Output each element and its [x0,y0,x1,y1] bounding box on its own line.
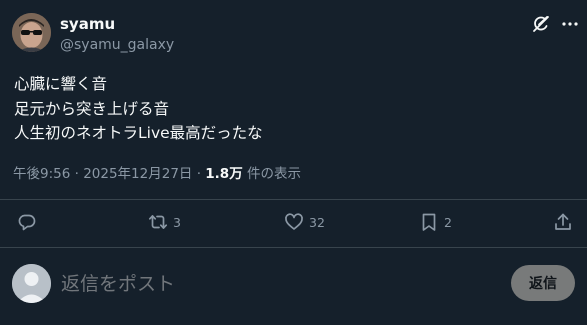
like-button[interactable]: 32 [284,211,325,233]
tweet-line: 人生初のネオトラLive最高だったな [14,124,263,142]
views-count: 1.8万 [205,166,243,182]
author-handle[interactable]: @syamu_galaxy [60,37,174,53]
divider [0,247,587,248]
reply-input[interactable] [61,270,481,298]
more-icon[interactable] [561,15,579,33]
bookmark-button[interactable]: 2 [419,211,452,233]
tweet-line: 足元から突き上げる音 [14,99,170,118]
reply-button[interactable] [17,211,37,233]
views-label: 件の表示 [242,166,301,182]
divider [0,199,587,200]
reply-submit-button[interactable]: 返信 [511,265,575,301]
like-icon [285,213,303,230]
author-name[interactable]: syamu [60,15,115,33]
retweet-button[interactable]: 3 [148,211,181,233]
reply-icon [18,214,36,231]
bookmark-icon [422,213,436,231]
retweet-count: 3 [173,214,181,230]
user-avatar[interactable] [12,264,51,303]
tweet-text: 心臓に響く音 足元から突き上げる音 人生初のネオトラLive最高だったな [14,72,263,146]
bookmark-count: 2 [444,214,452,230]
share-button[interactable] [553,211,573,233]
author-avatar[interactable] [12,13,51,52]
retweet-icon [148,215,168,229]
like-count: 32 [309,214,325,230]
tweet-line: 心臓に響く音 [14,75,108,93]
tweet-timestamp[interactable]: 午後9:56 · 2025年12月27日 · [13,166,205,182]
grok-icon[interactable] [531,14,551,34]
tweet-meta: 午後9:56 · 2025年12月27日 · 1.8万 件の表示 [13,162,301,182]
share-icon [555,213,571,230]
